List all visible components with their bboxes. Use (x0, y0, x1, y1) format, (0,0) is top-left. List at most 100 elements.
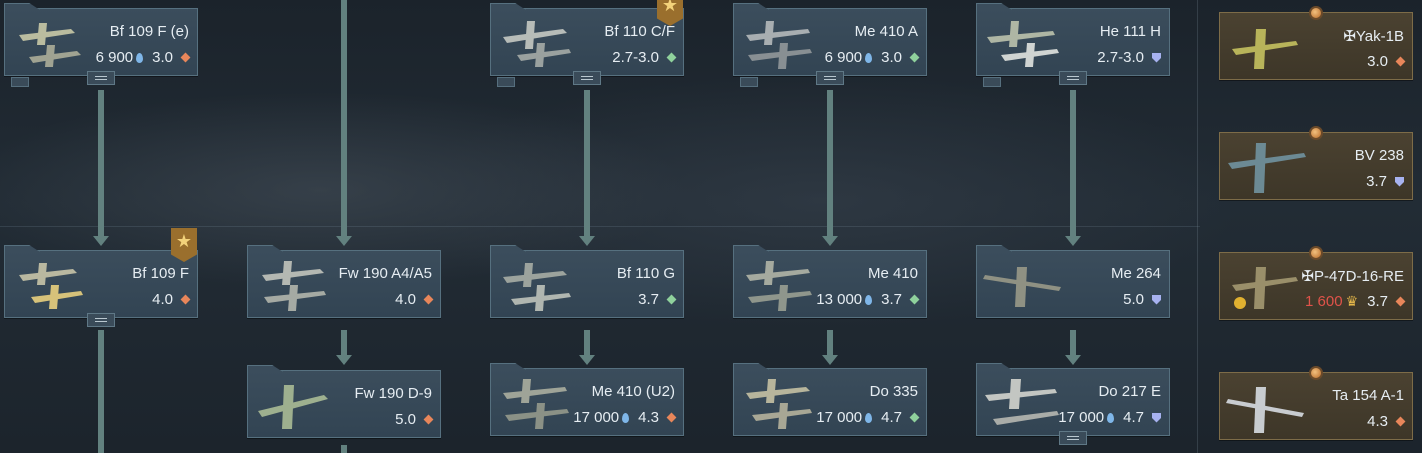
vehicle-card-me264[interactable]: Me 264 5.0 (976, 250, 1170, 318)
vehicle-info: 17 000 4.3 (573, 409, 677, 426)
vehicle-card-bf109f[interactable]: Bf 109 F 4.0 (4, 250, 198, 327)
connector (827, 90, 833, 238)
vehicle-price: 6 900 (95, 49, 134, 66)
vehicle-card-me410[interactable]: Me 410 13 000 3.7 (733, 250, 927, 318)
aircraft-thumbnail-icon (262, 261, 326, 311)
vehicle-price: 6 900 (824, 49, 863, 66)
connector-arrow (336, 355, 352, 365)
connector (341, 330, 347, 356)
aircraft-thumbnail-icon (19, 263, 83, 309)
connector (827, 330, 833, 356)
expand-tab-icon[interactable] (87, 71, 115, 85)
vehicle-info: 2.7-3.0 (610, 49, 677, 66)
aircraft-thumbnail-icon (987, 21, 1059, 67)
slot-corner-icon (983, 77, 1001, 87)
vehicle-info: 17 000 4.7 (816, 409, 920, 426)
vehicle-card-me410u2[interactable]: Me 410 (U2) 17 000 4.3 (490, 368, 684, 436)
research-points-icon (865, 294, 873, 305)
orange-diamond-icon (666, 412, 677, 423)
vehicle-card-bf110cf[interactable]: Bf 110 C/F 2.7-3.0 (490, 8, 684, 87)
expand-tab-icon[interactable] (573, 71, 601, 85)
expand-tab-icon[interactable] (87, 313, 115, 327)
vehicle-card-he111h[interactable]: He 111 H 2.7-3.0 (976, 8, 1170, 87)
research-points-icon (1107, 412, 1115, 423)
rank-divider (0, 226, 1200, 227)
vehicle-name: Fw 190 A4/A5 (338, 265, 432, 282)
vehicle-card-me410a[interactable]: Me 410 A 6 900 3.0 (733, 8, 927, 87)
battle-rating: 3.7 (638, 291, 659, 308)
connector-arrow (579, 355, 595, 365)
vehicle-name: Do 217 E (1098, 383, 1161, 400)
battle-rating: 4.0 (152, 291, 173, 308)
vehicle-info: 3.7 (636, 291, 677, 308)
vehicle-card-bf110g[interactable]: Bf 110 G 3.7 (490, 250, 684, 318)
vehicle-card-bf109fe[interactable]: Bf 109 F (e) 6 900 3.0 (4, 8, 198, 87)
aircraft-thumbnail-icon (746, 379, 812, 429)
aircraft-thumbnail-icon (503, 263, 571, 311)
battle-rating: 3.0 (1367, 53, 1388, 70)
vehicle-info: 4.0 (150, 291, 191, 308)
vehicle-card-ta154a1[interactable]: Ta 154 A-1 4.3 (1219, 372, 1413, 440)
connector-arrow (336, 236, 352, 246)
connector (341, 0, 347, 238)
battle-rating: 5.0 (1123, 291, 1144, 308)
aircraft-thumbnail-icon (1232, 267, 1298, 309)
vehicle-name: Do 335 (869, 383, 918, 400)
connector-arrow (822, 236, 838, 246)
vehicle-info: 6 900 3.0 (824, 49, 920, 66)
connector (98, 330, 104, 453)
vehicle-price: 1 600 (1305, 293, 1343, 310)
connector (98, 90, 104, 238)
battle-rating: 4.0 (395, 291, 416, 308)
green-diamond-icon (666, 294, 677, 305)
green-diamond-icon (909, 294, 920, 305)
vehicle-card-do335[interactable]: Do 335 17 000 4.7 (733, 368, 927, 436)
nation-marker-icon (1309, 6, 1323, 20)
expand-tab-icon[interactable] (1059, 431, 1087, 445)
aircraft-thumbnail-icon (503, 21, 571, 67)
research-points-icon (865, 412, 873, 423)
vehicle-name: Me 264 (1110, 265, 1161, 282)
premium-column-divider (1197, 0, 1198, 453)
orange-diamond-icon (180, 294, 191, 305)
battle-rating: 3.0 (152, 49, 173, 66)
vehicle-card-bv238[interactable]: BV 238 3.7 (1219, 132, 1413, 200)
vehicle-card-fw190a4[interactable]: Fw 190 A4/A5 4.0 (247, 250, 441, 318)
battle-rating: 3.0 (881, 49, 902, 66)
connector (584, 90, 590, 238)
green-diamond-icon (909, 52, 920, 63)
vehicle-info: 1 600 ♛ 3.7 (1305, 293, 1406, 310)
vehicle-card-fw190d9[interactable]: Fw 190 D-9 5.0 (247, 370, 441, 438)
vehicle-name: Fw 190 D-9 (354, 385, 432, 402)
nation-marker-icon (1309, 246, 1323, 260)
shield-icon (1152, 412, 1161, 423)
vehicle-card-do217e[interactable]: Do 217 E 17 000 4.7 (976, 368, 1170, 445)
research-points-icon (622, 412, 630, 423)
vehicle-card-yak1b[interactable]: ✠Yak-1B 3.0 (1219, 12, 1413, 80)
vehicle-name: Me 410 (867, 265, 918, 282)
aircraft-thumbnail-icon (985, 379, 1059, 425)
connector (1070, 90, 1076, 238)
vehicle-name: Ta 154 A-1 (1332, 387, 1404, 404)
shield-icon (1395, 176, 1404, 187)
orange-diamond-icon (1395, 416, 1406, 427)
battle-rating: 5.0 (395, 411, 416, 428)
expand-tab-icon[interactable] (816, 71, 844, 85)
connector (341, 445, 347, 453)
research-points-icon (865, 52, 873, 63)
golden-eagle-icon: ♛ (1345, 293, 1359, 309)
aircraft-thumbnail-icon (503, 379, 569, 429)
expand-tab-icon[interactable] (1059, 71, 1087, 85)
battle-rating: 4.7 (881, 409, 902, 426)
vehicle-name: BV 238 (1354, 147, 1404, 164)
vehicle-info: 5.0 (393, 411, 434, 428)
vehicle-name: ✠Yak-1B (1343, 28, 1404, 45)
vehicle-info: 4.0 (393, 291, 434, 308)
connector (1070, 330, 1076, 356)
vehicle-info: 13 000 3.7 (816, 291, 920, 308)
vehicle-card-p47d[interactable]: ✠P-47D-16-RE 1 600 ♛ 3.7 (1219, 252, 1413, 320)
vehicle-info: 2.7-3.0 (1095, 49, 1161, 66)
connector (584, 330, 590, 356)
vehicle-info: 3.7 (1364, 173, 1404, 190)
connector-arrow (93, 236, 109, 246)
